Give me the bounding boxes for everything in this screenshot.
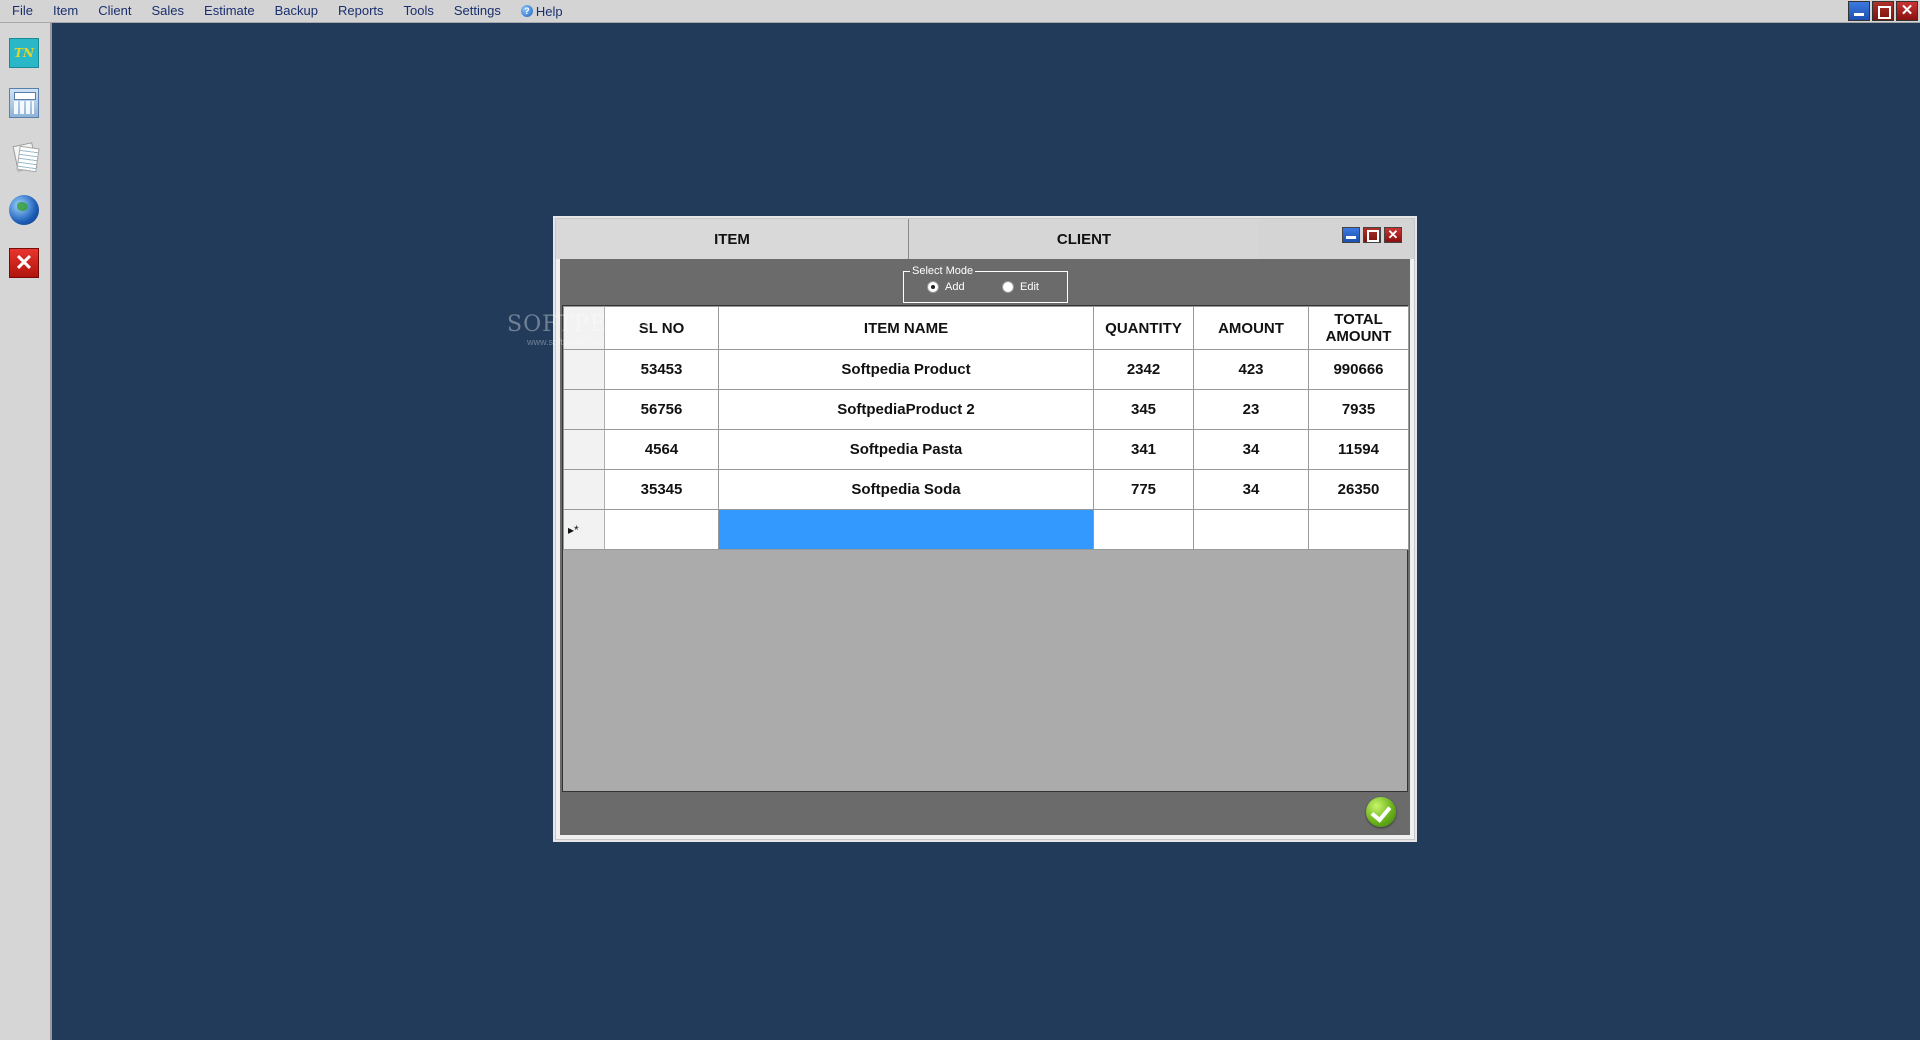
cell-item-name[interactable]: Softpedia Product: [718, 349, 1094, 390]
cell-quantity[interactable]: 345: [1093, 389, 1194, 430]
dialog-maximize-button[interactable]: [1363, 227, 1381, 243]
app-close-button[interactable]: ✕: [1896, 1, 1918, 21]
cell-amount[interactable]: 34: [1193, 429, 1309, 470]
cell-quantity[interactable]: 341: [1093, 429, 1194, 470]
row-header[interactable]: [563, 349, 605, 390]
column-header-amount[interactable]: AMOUNT: [1193, 306, 1309, 350]
menu-settings[interactable]: Settings: [444, 0, 511, 23]
cell-item-name[interactable]: Softpedia Soda: [718, 469, 1094, 510]
column-header-quantity[interactable]: QUANTITY: [1093, 306, 1194, 350]
new-cell-amount[interactable]: [1193, 509, 1309, 550]
cell-sl-no[interactable]: 4564: [604, 429, 719, 470]
menu-estimate[interactable]: Estimate: [194, 0, 265, 23]
cell-quantity[interactable]: 2342: [1093, 349, 1194, 390]
menu-sales[interactable]: Sales: [142, 0, 195, 23]
radio-unchecked-icon[interactable]: [1002, 281, 1014, 293]
dialog-close-button[interactable]: ✕: [1384, 227, 1402, 243]
cell-total-amount[interactable]: 990666: [1308, 349, 1409, 390]
dialog-tabs: ITEM CLIENT: [556, 219, 1414, 259]
new-cell-sl-no[interactable]: [604, 509, 719, 550]
cell-total-amount[interactable]: 7935: [1308, 389, 1409, 430]
table-row[interactable]: 35345 Softpedia Soda 775 34 26350: [563, 469, 1409, 510]
mode-add-radio[interactable]: Add: [927, 281, 965, 293]
cell-item-name[interactable]: SoftpediaProduct 2: [718, 389, 1094, 430]
cell-amount[interactable]: 23: [1193, 389, 1309, 430]
column-header-sl-no[interactable]: SL NO: [604, 306, 719, 350]
table-row[interactable]: 4564 Softpedia Pasta 341 34 11594: [563, 429, 1409, 470]
mode-edit-label: Edit: [1020, 281, 1039, 293]
new-cell-quantity[interactable]: [1093, 509, 1194, 550]
column-header-total-amount[interactable]: TOTAL AMOUNT: [1308, 306, 1409, 350]
menu-help-label: Help: [535, 3, 563, 19]
dialog-minimize-button[interactable]: [1342, 227, 1360, 243]
calculator-icon[interactable]: [9, 88, 39, 118]
new-row[interactable]: ▸*: [563, 509, 1409, 550]
new-cell-item-name-selected[interactable]: [718, 509, 1094, 550]
dialog-window-controls: ✕: [1342, 227, 1402, 243]
globe-icon[interactable]: [9, 195, 39, 225]
cell-total-amount[interactable]: 26350: [1308, 469, 1409, 510]
tab-item[interactable]: ITEM: [556, 219, 909, 259]
cell-sl-no[interactable]: 56756: [604, 389, 719, 430]
menu-file[interactable]: File: [0, 0, 43, 23]
mode-edit-radio[interactable]: Edit: [1002, 281, 1039, 293]
row-header[interactable]: [563, 469, 605, 510]
row-header[interactable]: [563, 429, 605, 470]
app-maximize-button[interactable]: [1872, 1, 1894, 21]
row-header[interactable]: [563, 389, 605, 430]
row-header-corner[interactable]: [563, 306, 605, 350]
menu-tools[interactable]: Tools: [394, 0, 444, 23]
radio-checked-icon[interactable]: [927, 281, 939, 293]
menu-help[interactable]: ? Help: [511, 0, 573, 23]
cell-amount[interactable]: 423: [1193, 349, 1309, 390]
table-row[interactable]: 56756 SoftpediaProduct 2 345 23 7935: [563, 389, 1409, 430]
exit-icon[interactable]: ✕: [9, 248, 39, 278]
app-minimize-button[interactable]: [1848, 1, 1870, 21]
new-cell-total-amount[interactable]: [1308, 509, 1409, 550]
table-header-row: SL NO ITEM NAME QUANTITY AMOUNT TOTAL AM…: [563, 306, 1409, 350]
cell-quantity[interactable]: 775: [1093, 469, 1194, 510]
cell-item-name[interactable]: Softpedia Pasta: [718, 429, 1094, 470]
menu-item[interactable]: Item: [43, 0, 88, 23]
new-row-marker[interactable]: ▸*: [563, 509, 605, 550]
select-mode-legend: Select Mode: [910, 264, 976, 278]
menu-backup[interactable]: Backup: [265, 0, 328, 23]
menu-client[interactable]: Client: [88, 0, 141, 23]
column-header-item-name[interactable]: ITEM NAME: [718, 306, 1094, 350]
sidebar: TN ✕: [0, 23, 52, 1040]
mode-add-label: Add: [945, 281, 965, 293]
table-row[interactable]: 53453 Softpedia Product 2342 423 990666: [563, 349, 1409, 390]
notes-icon[interactable]: [9, 141, 39, 171]
cell-amount[interactable]: 34: [1193, 469, 1309, 510]
help-icon: ?: [520, 5, 533, 17]
dialog-content: Select Mode Add Edit SL NO ITEM NAME QUA…: [560, 259, 1410, 835]
cell-total-amount[interactable]: 11594: [1308, 429, 1409, 470]
select-mode-group: Select Mode Add Edit: [903, 264, 1068, 303]
menu-reports[interactable]: Reports: [328, 0, 394, 23]
confirm-checkmark-button[interactable]: [1366, 797, 1396, 827]
menu-bar: File Item Client Sales Estimate Backup R…: [0, 0, 1920, 23]
cell-sl-no[interactable]: 53453: [604, 349, 719, 390]
tn-logo-icon[interactable]: TN: [9, 38, 39, 68]
item-dialog: ITEM CLIENT ✕ Select Mode Add Edit SL NO…: [555, 218, 1415, 840]
app-window-controls: ✕: [1848, 0, 1920, 22]
items-grid[interactable]: SL NO ITEM NAME QUANTITY AMOUNT TOTAL AM…: [562, 305, 1409, 792]
items-table: SL NO ITEM NAME QUANTITY AMOUNT TOTAL AM…: [563, 306, 1409, 550]
cell-sl-no[interactable]: 35345: [604, 469, 719, 510]
tab-client[interactable]: CLIENT: [909, 219, 1259, 259]
